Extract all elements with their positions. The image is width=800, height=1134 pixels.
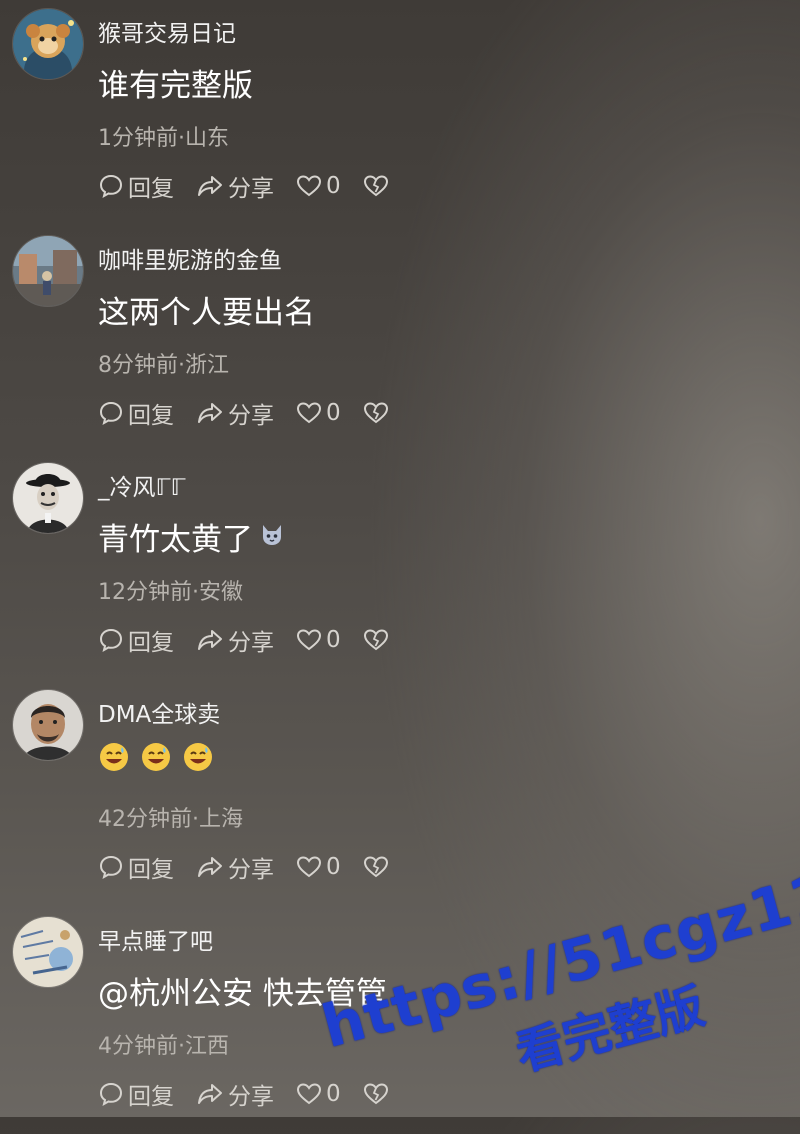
- comment-text-value: 青竹太黄了: [98, 522, 253, 558]
- reply-label: 回复: [128, 403, 174, 429]
- comment-text-value: 谁有完整版: [98, 68, 253, 104]
- comment-text-value: 这两个人要出名: [98, 295, 315, 331]
- reply-button[interactable]: 回复: [98, 396, 174, 430]
- comment-actions: 回复 分享 0: [98, 170, 393, 202]
- like-count: 0: [326, 400, 341, 426]
- reply-label: 回复: [128, 630, 174, 656]
- share-button[interactable]: 分享: [196, 169, 274, 203]
- comment-meta: 4分钟前·江西: [98, 1034, 229, 1059]
- comment-actions: 回复 分享 0: [98, 851, 393, 883]
- share-label: 分享: [228, 630, 274, 656]
- heart-icon: [296, 629, 322, 651]
- like-button[interactable]: 0: [296, 1081, 341, 1107]
- share-arrow-icon: [198, 1084, 222, 1104]
- comment-actions: 回复 分享 0: [98, 1078, 393, 1110]
- reply-button[interactable]: 回复: [98, 850, 174, 884]
- comment-username[interactable]: 早点睡了吧: [98, 922, 213, 956]
- comment-username[interactable]: _冷风ℾℾ: [98, 468, 186, 502]
- share-label: 分享: [228, 403, 274, 429]
- like-button[interactable]: 0: [296, 173, 341, 199]
- comment-text: [98, 741, 224, 781]
- reply-label: 回复: [128, 176, 174, 202]
- share-arrow-icon: [198, 403, 222, 423]
- reply-bubble-icon: [99, 401, 123, 425]
- dislike-button[interactable]: [363, 628, 393, 652]
- broken-heart-icon: [363, 1083, 388, 1105]
- share-button[interactable]: 分享: [196, 396, 274, 430]
- dislike-button[interactable]: [363, 401, 393, 425]
- comment-actions: 回复 分享 0: [98, 397, 393, 429]
- cartoon-monkey-avatar[interactable]: [12, 8, 84, 80]
- man-portrait-avatar[interactable]: [12, 689, 84, 761]
- reply-bubble-icon: [99, 1082, 123, 1106]
- like-button[interactable]: 0: [296, 627, 341, 653]
- share-button[interactable]: 分享: [196, 850, 274, 884]
- broken-heart-icon: [363, 629, 388, 651]
- like-count: 0: [326, 1081, 341, 1107]
- reply-label: 回复: [128, 1084, 174, 1110]
- comment-meta: 1分钟前·山东: [98, 126, 229, 151]
- comment-username[interactable]: DMA全球卖: [98, 695, 220, 729]
- comment-actions: 回复 分享 0: [98, 624, 393, 656]
- share-label: 分享: [228, 857, 274, 883]
- like-count: 0: [326, 854, 341, 880]
- heart-icon: [296, 856, 322, 878]
- reply-label: 回复: [128, 857, 174, 883]
- share-button[interactable]: 分享: [196, 623, 274, 657]
- comment-username[interactable]: 猴哥交易日记: [98, 14, 236, 48]
- like-button[interactable]: 0: [296, 854, 341, 880]
- broken-heart-icon: [363, 402, 388, 424]
- street-scene-avatar[interactable]: [12, 235, 84, 307]
- dislike-button[interactable]: [363, 855, 393, 879]
- grinning-sweat-emoji-icon: [182, 741, 214, 781]
- heart-icon: [296, 402, 322, 424]
- reply-button[interactable]: 回复: [98, 1077, 174, 1111]
- dislike-button[interactable]: [363, 174, 393, 198]
- bowler-hat-man-avatar[interactable]: [12, 462, 84, 534]
- comment-text: 这两个人要出名: [98, 287, 315, 332]
- sketch-avatar[interactable]: [12, 916, 84, 988]
- share-arrow-icon: [198, 630, 222, 650]
- heart-icon: [296, 1083, 322, 1105]
- like-button[interactable]: 0: [296, 400, 341, 426]
- broken-heart-icon: [363, 856, 388, 878]
- share-arrow-icon: [198, 857, 222, 877]
- comment-meta: 42分钟前·上海: [98, 807, 243, 832]
- share-button[interactable]: 分享: [196, 1077, 274, 1111]
- comment-text: @杭州公安 快去管管: [98, 968, 387, 1013]
- broken-heart-icon: [363, 175, 388, 197]
- dislike-button[interactable]: [363, 1082, 393, 1106]
- comment-item: DMA全球卖 42分钟前·上海 回复 分享 0: [0, 681, 800, 907]
- like-count: 0: [326, 627, 341, 653]
- reply-bubble-icon: [99, 174, 123, 198]
- reply-bubble-icon: [99, 628, 123, 652]
- reply-button[interactable]: 回复: [98, 169, 174, 203]
- grinning-sweat-emoji-icon: [98, 741, 130, 781]
- like-count: 0: [326, 173, 341, 199]
- cat-emoji-icon: [259, 519, 285, 555]
- share-arrow-icon: [198, 176, 222, 196]
- comment-meta: 8分钟前·浙江: [98, 353, 229, 378]
- comment-item: 咖啡里妮游的金鱼 这两个人要出名 8分钟前·浙江 回复 分享 0: [0, 227, 800, 453]
- reply-button[interactable]: 回复: [98, 623, 174, 657]
- grinning-sweat-emoji-icon: [140, 741, 172, 781]
- share-label: 分享: [228, 176, 274, 202]
- comment-meta: 12分钟前·安徽: [98, 580, 243, 605]
- comment-item: 猴哥交易日记 谁有完整版 1分钟前·山东 回复 分享 0: [0, 0, 800, 226]
- comment-text: 谁有完整版: [98, 60, 253, 105]
- share-label: 分享: [228, 1084, 274, 1110]
- reply-bubble-icon: [99, 855, 123, 879]
- comment-item: 早点睡了吧 @杭州公安 快去管管 4分钟前·江西 回复 分享 0: [0, 908, 800, 1134]
- comment-username[interactable]: 咖啡里妮游的金鱼: [98, 241, 282, 275]
- comment-text: 青竹太黄了: [98, 514, 285, 559]
- comment-text-value: @杭州公安 快去管管: [98, 976, 387, 1012]
- heart-icon: [296, 175, 322, 197]
- comment-item: _冷风ℾℾ 青竹太黄了 12分钟前·安徽 回复 分享 0: [0, 454, 800, 680]
